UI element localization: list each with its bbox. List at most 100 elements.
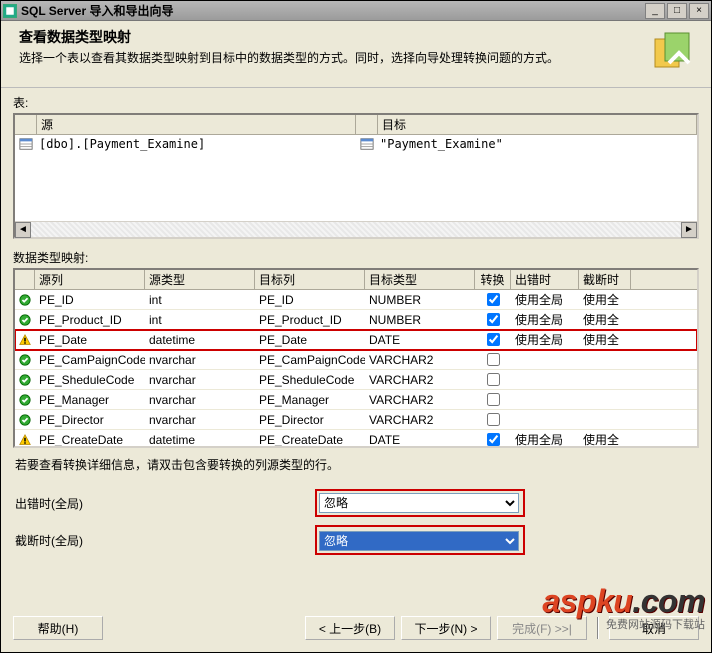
col-on-trunc[interactable]: 截断时 [579,270,631,289]
status-ok-icon [19,294,31,306]
page-title: 查看数据类型映射 [19,27,639,47]
global-error-select[interactable]: 忽略 [319,493,519,513]
close-button[interactable]: × [689,3,709,19]
on-trunc-cell: 使用全 [579,291,631,308]
convert-checkbox[interactable] [487,353,500,366]
dst-type-cell: DATE [365,433,475,447]
dst-col-cell: PE_Director [255,413,365,427]
hint-text: 若要查看转换详细信息，请双击包含要转换的列源类型的行。 [15,456,697,473]
page-subtitle: 选择一个表以查看其数据类型映射到目标中的数据类型的方式。同时，选择向导处理转换问… [19,49,639,66]
dst-col-cell: PE_Product_ID [255,313,365,327]
wizard-footer: 帮助(H) < 上一步(B) 下一步(N) > 完成(F) >>| 取消 [1,608,711,652]
on-error-cell: 使用全局 [511,431,579,446]
src-type-cell: nvarchar [145,373,255,387]
wizard-icon [647,27,699,79]
mapping-row[interactable]: PE_Product_IDintPE_Product_IDNUMBER使用全局使… [15,310,697,330]
table-row[interactable]: [dbo].[Payment_Examine] "Payment_Examine… [15,135,697,153]
convert-checkbox[interactable] [487,293,500,306]
wizard-header: 查看数据类型映射 选择一个表以查看其数据类型映射到目标中的数据类型的方式。同时，… [1,21,711,88]
wizard-window: SQL Server 导入和导出向导 _ □ × 查看数据类型映射 选择一个表以… [0,0,712,653]
scroll-left-icon[interactable]: ◄ [15,222,31,238]
col-dst-column[interactable]: 目标列 [255,270,365,289]
convert-checkbox[interactable] [487,433,500,446]
src-type-cell: datetime [145,333,255,347]
dst-col-cell: PE_Manager [255,393,365,407]
dst-type-cell: VARCHAR2 [365,413,475,427]
dst-col-cell: PE_Date [255,333,365,347]
dst-col-cell: PE_CamPaignCode [255,353,365,367]
convert-checkbox[interactable] [487,373,500,386]
mapping-row[interactable]: PE_DatedatetimePE_DateDATE使用全局使用全 [15,330,697,350]
mapping-row[interactable]: PE_SheduleCodenvarcharPE_SheduleCodeVARC… [15,370,697,390]
back-button[interactable]: < 上一步(B) [305,616,395,640]
tables-listbox[interactable]: 源 目标 [dbo].[Payment_Examine] "Payment_Ex… [13,113,699,239]
mapping-row[interactable]: PE_IDintPE_IDNUMBER使用全局使用全 [15,290,697,310]
src-col-cell: PE_Product_ID [35,313,145,327]
src-type-cell: int [145,313,255,327]
src-col-cell: PE_Manager [35,393,145,407]
divider [597,617,599,639]
col-dst-type[interactable]: 目标类型 [365,270,475,289]
dst-col-cell: PE_SheduleCode [255,373,365,387]
app-icon [3,4,17,18]
source-table-name: [dbo].[Payment_Examine] [37,137,356,151]
status-ok-icon [19,314,31,326]
convert-checkbox[interactable] [487,413,500,426]
global-trunc-select[interactable]: 忽略 [319,531,519,551]
status-ok-icon [19,414,31,426]
mapping-row[interactable]: PE_DirectornvarcharPE_DirectorVARCHAR2 [15,410,697,430]
scroll-right-icon[interactable]: ► [681,222,697,238]
tables-header-row: 源 目标 [15,115,697,135]
src-type-cell: nvarchar [145,393,255,407]
src-col-cell: PE_SheduleCode [35,373,145,387]
table-icon [360,137,374,151]
window-title: SQL Server 导入和导出向导 [21,2,174,19]
cancel-button[interactable]: 取消 [609,616,699,640]
mapping-row[interactable]: PE_CamPaignCodenvarcharPE_CamPaignCodeVA… [15,350,697,370]
col-on-error[interactable]: 出错时 [511,270,579,289]
mapping-header-row: 源列 源类型 目标列 目标类型 转换 出错时 截断时 [15,270,697,290]
src-type-cell: nvarchar [145,413,255,427]
mapping-row[interactable]: PE_CreateDatedatetimePE_CreateDateDATE使用… [15,430,697,446]
dst-col-cell: PE_ID [255,293,365,307]
on-error-cell: 使用全局 [511,331,579,348]
on-error-cell: 使用全局 [511,311,579,328]
src-type-cell: int [145,293,255,307]
on-trunc-cell: 使用全 [579,331,631,348]
src-col-cell: PE_Date [35,333,145,347]
finish-button[interactable]: 完成(F) >>| [497,616,587,640]
next-button[interactable]: 下一步(N) > [401,616,491,640]
src-type-cell: datetime [145,433,255,447]
col-source[interactable]: 源 [37,115,356,134]
convert-checkbox[interactable] [487,393,500,406]
src-type-cell: nvarchar [145,353,255,367]
status-warning-icon [19,433,31,447]
mapping-grid[interactable]: 源列 源类型 目标列 目标类型 转换 出错时 截断时 PE_IDintPE_ID… [13,268,699,448]
src-col-cell: PE_ID [35,293,145,307]
dst-type-cell: VARCHAR2 [365,393,475,407]
convert-checkbox[interactable] [487,313,500,326]
dst-type-cell: DATE [365,333,475,347]
src-col-cell: PE_Director [35,413,145,427]
global-error-label: 出错时(全局) [15,495,315,512]
mapping-row[interactable]: PE_ManagernvarcharPE_ManagerVARCHAR2 [15,390,697,410]
table-icon [19,137,33,151]
col-convert[interactable]: 转换 [475,270,511,289]
horizontal-scrollbar[interactable]: ◄ ► [15,221,697,237]
col-destination[interactable]: 目标 [378,115,697,134]
maximize-button[interactable]: □ [667,3,687,19]
dest-table-name: "Payment_Examine" [378,137,697,151]
col-src-type[interactable]: 源类型 [145,270,255,289]
help-button[interactable]: 帮助(H) [13,616,103,640]
minimize-button[interactable]: _ [645,3,665,19]
mapping-label: 数据类型映射: [13,249,699,266]
convert-checkbox[interactable] [487,333,500,346]
col-src-column[interactable]: 源列 [35,270,145,289]
on-trunc-cell: 使用全 [579,311,631,328]
titlebar: SQL Server 导入和导出向导 _ □ × [1,1,711,21]
dst-type-cell: NUMBER [365,293,475,307]
dst-type-cell: VARCHAR2 [365,373,475,387]
status-warning-icon [19,333,31,347]
src-col-cell: PE_CamPaignCode [35,353,145,367]
status-ok-icon [19,374,31,386]
